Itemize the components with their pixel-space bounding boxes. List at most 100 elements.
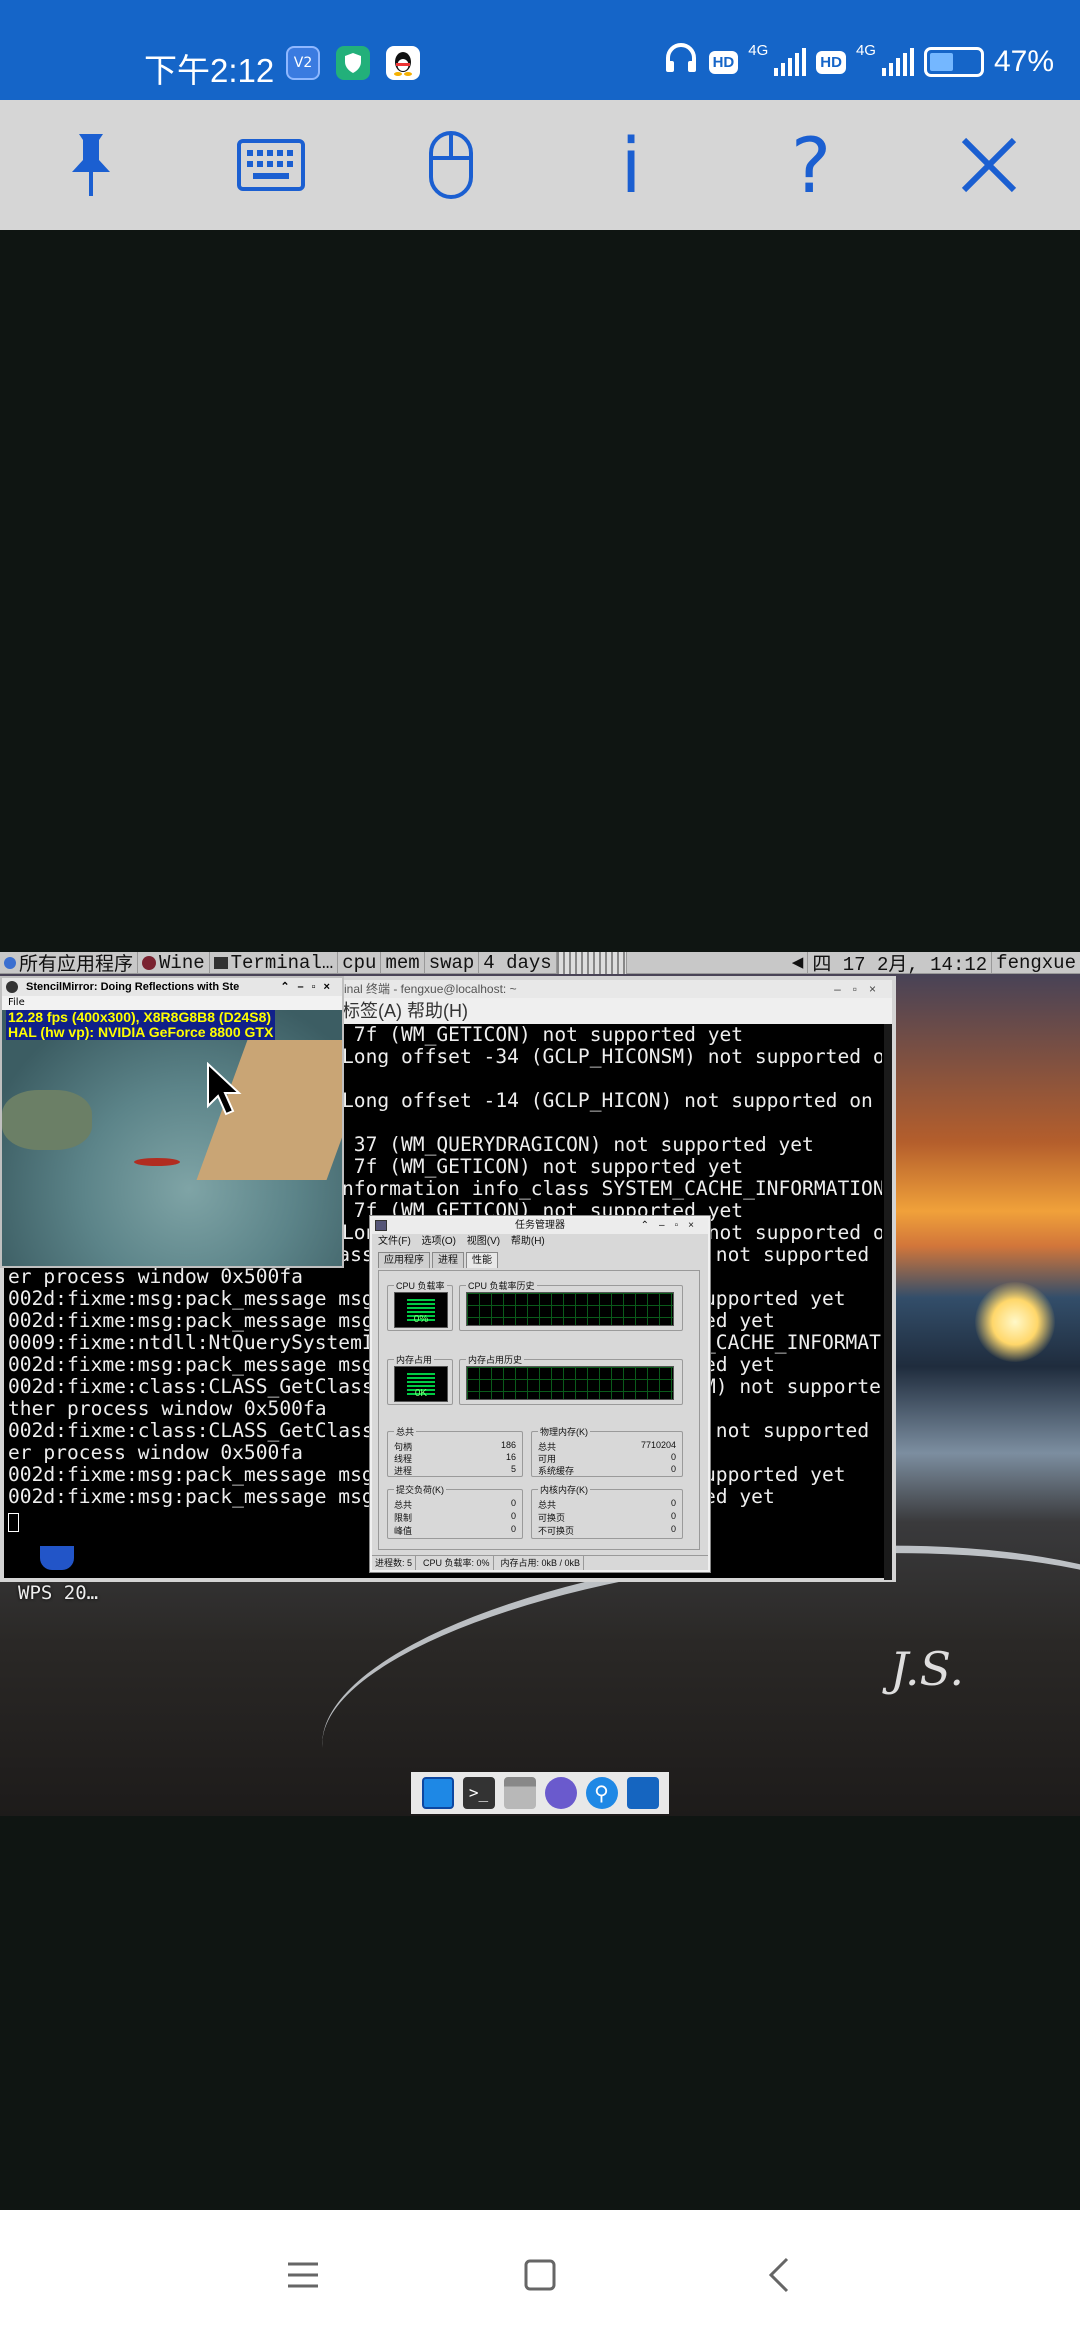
stat-value: 0 <box>670 1464 676 1474</box>
uptime: 4 days <box>479 952 557 974</box>
terminal-scrollbar[interactable] <box>884 1024 892 1580</box>
wps-icon[interactable] <box>40 1546 74 1570</box>
wps-icon-label[interactable]: WPS 20… <box>18 1582 98 1604</box>
back-icon[interactable] <box>752 2248 806 2302</box>
terminal-line: Long offset -34 (GCLP_HICONSM) not suppo… <box>342 1046 882 1068</box>
stat-value: 0 <box>510 1524 516 1534</box>
taskbar-item-wine[interactable]: Wine <box>138 952 210 974</box>
stat-value: 0 <box>670 1498 676 1508</box>
home-icon[interactable] <box>513 2248 567 2302</box>
terminal-line: nformation info_class SYSTEM_CACHE_INFOR… <box>342 1178 882 1200</box>
help-icon[interactable]: ? <box>766 120 856 210</box>
apps-menu-label: 所有应用程序 <box>19 954 134 976</box>
stat-label: 进程 <box>394 1466 413 1476</box>
mem-gauge: 0K <box>394 1366 448 1402</box>
status-cpu: CPU 负载率: 0% <box>420 1556 494 1570</box>
tab-processes[interactable]: 进程 <box>432 1252 464 1268</box>
cpu-monitor: cpu <box>338 952 382 974</box>
stat-row: 总共 0 <box>394 1498 516 1511</box>
remote-viewer[interactable]: J.S. 所有应用程序 Wine Terminal… cpu mem swap … <box>0 230 1080 2210</box>
taskmgr-statusbar: 进程数: 5 CPU 负载率: 0% 内存占用: 0kB / 0kB <box>372 1555 708 1570</box>
3d-scene[interactable]: 12.28 fps (400x300), X8R8G8B8 (D24S8) HAL… <box>2 1010 342 1266</box>
commit-charge-group: 提交负荷(K) 总共 0 限制 0 峰值 0 <box>387 1483 523 1539</box>
stencil-window[interactable]: StencilMirror: Doing Reflections with St… <box>0 976 344 1268</box>
keyboard-icon[interactable] <box>226 120 316 210</box>
stat-row: 系统缓存 0 <box>538 1464 676 1477</box>
window-controls[interactable]: ⌃–▫× <box>276 978 338 996</box>
terminal-icon[interactable]: >_ <box>462 1777 495 1809</box>
close-icon[interactable] <box>944 120 1034 210</box>
taskmgr-icon <box>375 1220 387 1231</box>
navigation-bar <box>0 2210 1080 2340</box>
tab-applications[interactable]: 应用程序 <box>378 1252 430 1268</box>
stat-value: 0 <box>670 1524 676 1534</box>
hd-badge: HD <box>708 50 739 74</box>
cpu-history-group: CPU 负载率历史 <box>459 1279 683 1331</box>
cpu-history-graph <box>466 1292 674 1326</box>
info-icon[interactable]: i <box>586 120 676 210</box>
panel-clock[interactable]: 四 17 2月, 14:12 <box>808 952 993 976</box>
window-controls[interactable]: –▫× <box>834 980 888 998</box>
task-manager-window[interactable]: 任务管理器 ⌃–▫× 文件(F) 选项(O) 视图(V) 帮助(H) 应用程序 … <box>370 1216 710 1572</box>
terminal-line: 7f (WM_GETICON) not supported yet <box>342 1156 744 1178</box>
group-label: 内存占用历史 <box>466 1353 525 1366</box>
group-label: 内存占用 <box>394 1353 435 1366</box>
network-type: 4G <box>748 41 769 59</box>
archive-icon[interactable] <box>503 1777 536 1809</box>
signal-icon <box>881 48 914 76</box>
remote-desktop[interactable]: J.S. 所有应用程序 Wine Terminal… cpu mem swap … <box>0 952 1080 1816</box>
scene-rock <box>2 1090 92 1150</box>
apps-menu-icon <box>4 956 16 969</box>
wine-icon <box>142 955 157 970</box>
mouse-icon[interactable] <box>406 120 496 210</box>
stat-label: 限制 <box>394 1513 413 1523</box>
terminal-icon <box>213 956 228 969</box>
tab-performance[interactable]: 性能 <box>466 1252 498 1268</box>
fps-readout: 12.28 fps (400x300), X8R8G8B8 (D24S8) HAL… <box>6 1010 276 1040</box>
stat-value: 0 <box>670 1511 676 1521</box>
terminal-line: 37 (WM_QUERYDRAGICON) not supported yet <box>342 1134 814 1156</box>
files-icon[interactable] <box>626 1777 659 1809</box>
stat-row: 可换页 0 <box>538 1511 676 1524</box>
signal-icon <box>774 48 807 76</box>
apps-menu-button[interactable]: 所有应用程序 <box>0 952 139 976</box>
stat-label: 总共 <box>538 1500 557 1510</box>
swap-monitor: swap <box>425 952 480 974</box>
scene-boat <box>134 1158 180 1166</box>
taskbar-item-label: Wine <box>159 952 205 974</box>
stencil-title: StencilMirror: Doing Reflections with St… <box>26 981 240 993</box>
battery-fill <box>929 53 953 71</box>
desktop-panel: 所有应用程序 Wine Terminal… cpu mem swap 4 day… <box>0 952 1080 976</box>
performance-panel: CPU 负载率 0% CPU 负载率历史 内存占用 0K 内存占用历史 总共 句… <box>378 1270 700 1550</box>
stat-row: 限制 0 <box>394 1511 516 1524</box>
stencil-menubar[interactable]: File <box>2 996 342 1010</box>
taskmgr-title: 任务管理器 <box>515 1220 565 1231</box>
group-label: CPU 负载率 <box>394 1279 447 1292</box>
volume-icon[interactable]: ◀ <box>788 952 809 974</box>
mem-history-group: 内存占用历史 <box>459 1353 683 1405</box>
desktop-icon[interactable] <box>421 1777 454 1809</box>
network-type: 4G <box>855 41 876 59</box>
window-controls[interactable]: ⌃–▫× <box>641 1218 704 1234</box>
status-processes: 进程数: 5 <box>372 1556 417 1570</box>
status-memory: 内存占用: 0kB / 0kB <box>498 1556 585 1570</box>
terminal-line: 7f (WM_GETICON) not supported yet <box>342 1024 744 1046</box>
stencil-titlebar[interactable]: StencilMirror: Doing Reflections with St… <box>2 978 342 996</box>
cpu-usage-group: CPU 负载率 0% <box>387 1279 453 1331</box>
terminal-cursor <box>8 1513 19 1532</box>
signature: J.S. <box>890 1642 964 1696</box>
stat-value: 0 <box>510 1498 516 1508</box>
pin-icon[interactable] <box>46 120 136 210</box>
taskmgr-titlebar[interactable]: 任务管理器 ⌃–▫× <box>372 1218 708 1234</box>
taskmgr-menubar[interactable]: 文件(F) 选项(O) 视图(V) 帮助(H) <box>372 1234 708 1250</box>
panel-user[interactable]: fengxue <box>992 952 1080 974</box>
mem-usage-group: 内存占用 0K <box>387 1353 453 1405</box>
search-icon[interactable]: ⚲ <box>585 1777 618 1809</box>
browser-icon[interactable] <box>544 1777 577 1809</box>
status-bar: 下午2:12 V2 HD 4G HD 4G 47% <box>0 0 1080 100</box>
taskbar-item-terminal[interactable]: Terminal… <box>210 952 339 974</box>
hal-text: HAL (hw vp): NVIDIA GeForce 8800 GTX <box>8 1024 274 1040</box>
menu-icon[interactable] <box>276 2248 330 2302</box>
terminal-title: inal 终端 - fengxue@localhost: ~ <box>344 982 517 996</box>
network-icon <box>556 952 627 974</box>
